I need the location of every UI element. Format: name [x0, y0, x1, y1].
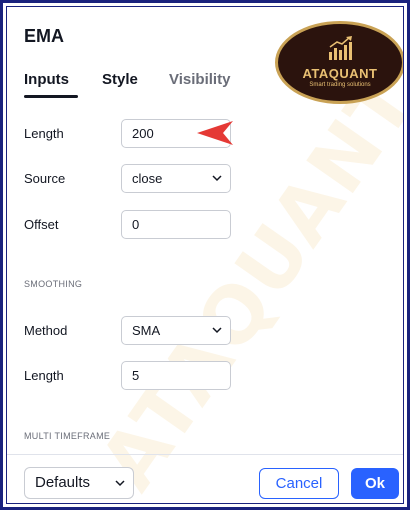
source-select[interactable]: close [121, 164, 231, 193]
chevron-down-icon [212, 175, 222, 182]
offset-input[interactable]: 0 [121, 210, 231, 239]
method-label: Method [24, 323, 68, 338]
chevron-down-icon [115, 480, 125, 487]
cancel-button[interactable]: Cancel [259, 468, 339, 499]
tab-visibility[interactable]: Visibility [169, 71, 230, 88]
source-select-value: close [132, 171, 163, 186]
brand-logo: ATAQUANT Smart trading solutions [275, 21, 403, 104]
smoothing-length-label: Length [24, 368, 64, 383]
length-label: Length [24, 126, 64, 141]
dialog-title: EMA [24, 26, 64, 46]
smoothing-length-input[interactable]: 5 [121, 361, 231, 390]
dialog-frame: ATAQUANT EMA ATAQUANT Smart trading solu… [0, 0, 410, 510]
arrow-pointer-icon [197, 121, 233, 145]
defaults-button[interactable]: Defaults [24, 467, 134, 499]
defaults-button-label: Defaults [35, 474, 91, 491]
active-tab-indicator [24, 95, 78, 98]
indicator-settings-dialog: ATAQUANT EMA ATAQUANT Smart trading solu… [6, 6, 404, 504]
brand-tagline: Smart trading solutions [309, 82, 371, 88]
brand-name: ATAQUANT [302, 66, 378, 81]
source-label: Source [24, 171, 66, 186]
smoothing-section-title: SMOOTHING [24, 279, 83, 289]
method-select[interactable]: SMA [121, 316, 231, 345]
method-select-value: SMA [132, 323, 161, 338]
ok-button[interactable]: Ok [351, 468, 399, 499]
tab-style[interactable]: Style [102, 71, 138, 88]
multi-timeframe-section-title: MULTI TIMEFRAME [24, 431, 111, 441]
bar-chart-icon [329, 36, 352, 60]
offset-label: Offset [24, 217, 59, 232]
chevron-down-icon [212, 327, 222, 334]
tab-inputs[interactable]: Inputs [24, 71, 69, 88]
footer-divider [7, 454, 403, 455]
